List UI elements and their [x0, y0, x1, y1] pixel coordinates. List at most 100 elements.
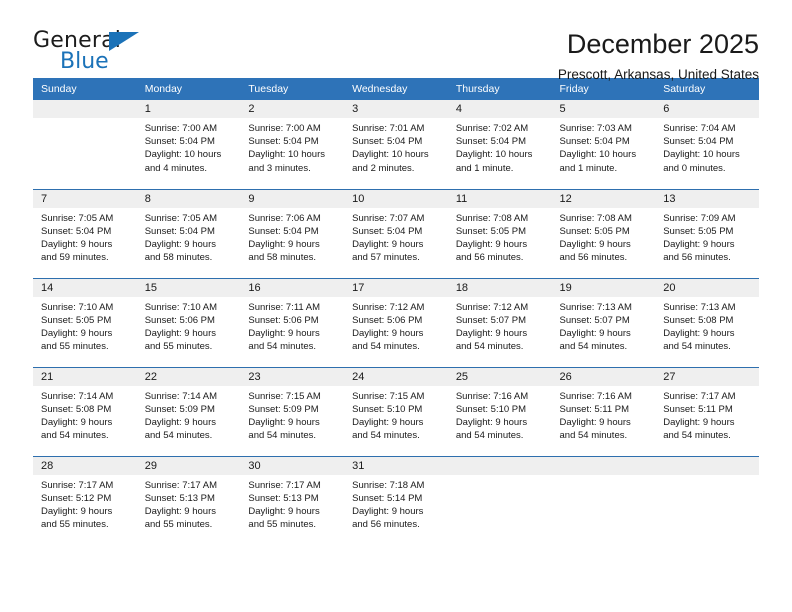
daylight-text: Daylight: 9 hours and 54 minutes. [455, 327, 528, 353]
sunset-text: Sunset: 5:04 PM [559, 136, 630, 148]
calendar-day-cell[interactable]: 17 Sunrise: 7:12 AM Sunset: 5:06 PM Dayligh… [344, 277, 448, 367]
calendar-week-row: 14 Sunrise: 7:10 AM Sunset: 5:05 PM Dayligh… [33, 277, 759, 367]
calendar-day-cell[interactable]: 15 Sunrise: 7:10 AM Sunset: 5:06 PM Dayligh… [136, 277, 241, 367]
sunset-text: Sunset: 5:04 PM [41, 225, 112, 237]
sunrise-text: Sunrise: 7:12 AM [455, 301, 529, 313]
calendar-day-cell[interactable]: 31 Sunrise: 7:18 AM Sunset: 5:14 PM Dayligh… [344, 455, 448, 545]
sunrise-text: Sunrise: 7:15 AM [248, 390, 321, 402]
day-details: Sunrise: 7:04 AM Sunset: 5:04 PM Daylight:… [655, 118, 759, 175]
daylight-text: Daylight: 9 hours and 57 minutes. [352, 238, 424, 264]
sunrise-text: Sunrise: 7:03 AM [559, 123, 632, 134]
day-number: 1 [136, 100, 241, 118]
triangle-flag-icon [109, 32, 139, 51]
day-number: 11 [447, 189, 552, 208]
calendar-day-cell[interactable]: 16 Sunrise: 7:11 AM Sunset: 5:06 PM Dayligh… [240, 277, 345, 367]
sunrise-text: Sunrise: 7:17 AM [41, 479, 114, 491]
calendar-day-cell[interactable]: 10 Sunrise: 7:07 AM Sunset: 5:04 PM Dayligh… [344, 188, 448, 278]
sunrise-text: Sunrise: 7:04 AM [663, 123, 736, 134]
sunset-text: Sunset: 5:07 PM [559, 314, 630, 326]
sunset-text: Sunset: 5:09 PM [248, 403, 319, 415]
daylight-text: Daylight: 9 hours and 56 minutes. [559, 238, 631, 264]
calendar-day-cell[interactable]: 13 Sunrise: 7:09 AM Sunset: 5:05 PM Dayligh… [655, 188, 759, 278]
calendar-day-cell[interactable]: 28 Sunrise: 7:17 AM Sunset: 5:12 PM Dayligh… [33, 455, 137, 545]
sunset-text: Sunset: 5:13 PM [248, 492, 319, 504]
day-details: Sunrise: 7:17 AM Sunset: 5:12 PM Daylight:… [33, 475, 137, 532]
sunrise-text: Sunrise: 7:10 AM [144, 301, 218, 313]
calendar-day-cell[interactable]: 11 Sunrise: 7:08 AM Sunset: 5:05 PM Dayligh… [447, 188, 552, 278]
day-number: 14 [33, 278, 137, 297]
sunrise-text: Sunrise: 7:09 AM [663, 212, 736, 224]
day-number: 10 [344, 189, 448, 208]
calendar-day-cell[interactable]: 20 Sunrise: 7:13 AM Sunset: 5:08 PM Dayligh… [655, 277, 759, 367]
daylight-text: Daylight: 9 hours and 59 minutes. [41, 238, 113, 264]
daylight-text: Daylight: 9 hours and 56 minutes. [352, 505, 424, 531]
daylight-text: Daylight: 10 hours and 1 minute. [455, 149, 533, 174]
sunset-text: Sunset: 5:06 PM [352, 314, 423, 326]
day-details: Sunrise: 7:12 AM Sunset: 5:07 PM Daylight:… [448, 297, 552, 354]
calendar-day-cell[interactable]: 21 Sunrise: 7:14 AM Sunset: 5:08 PM Dayligh… [33, 366, 137, 456]
calendar-day-cell[interactable]: 23 Sunrise: 7:15 AM Sunset: 5:09 PM Dayligh… [240, 366, 345, 456]
day-number: 24 [344, 367, 448, 386]
calendar-day-cell[interactable]: 1 Sunrise: 7:00 AM Sunset: 5:04 PM Daylight… [136, 100, 241, 189]
daylight-text: Daylight: 9 hours and 55 minutes. [144, 505, 216, 531]
sunrise-text: Sunrise: 7:14 AM [41, 390, 114, 402]
day-details: Sunrise: 7:00 AM Sunset: 5:04 PM Daylight:… [137, 118, 241, 175]
calendar-day-cell[interactable]: 24 Sunrise: 7:15 AM Sunset: 5:10 PM Dayligh… [344, 366, 448, 456]
calendar-day-cell[interactable]: 18 Sunrise: 7:12 AM Sunset: 5:07 PM Dayligh… [447, 277, 552, 367]
brand-logo[interactable]: General Blue [33, 28, 163, 76]
day-details: Sunrise: 7:10 AM Sunset: 5:06 PM Daylight:… [137, 297, 241, 354]
brand-name-blue: Blue [60, 49, 109, 74]
sunrise-text: Sunrise: 7:01 AM [352, 123, 425, 134]
day-details: Sunrise: 7:17 AM Sunset: 5:13 PM Daylight:… [137, 475, 241, 532]
calendar-day-cell[interactable]: 29 Sunrise: 7:17 AM Sunset: 5:13 PM Dayligh… [136, 455, 241, 545]
day-details: Sunrise: 7:02 AM Sunset: 5:04 PM Daylight:… [448, 118, 552, 175]
calendar-day-cell[interactable]: 25 Sunrise: 7:16 AM Sunset: 5:10 PM Dayligh… [447, 366, 552, 456]
day-details: Sunrise: 7:16 AM Sunset: 5:10 PM Daylight:… [448, 386, 552, 443]
day-details: Sunrise: 7:16 AM Sunset: 5:11 PM Daylight:… [552, 386, 656, 443]
calendar-empty-cell [551, 455, 656, 545]
daylight-text: Daylight: 9 hours and 54 minutes. [248, 416, 320, 442]
sunrise-text: Sunrise: 7:17 AM [663, 390, 736, 402]
daylight-text: Daylight: 9 hours and 55 minutes. [41, 327, 113, 353]
calendar-day-cell[interactable]: 8 Sunrise: 7:05 AM Sunset: 5:04 PM Daylight… [136, 188, 241, 278]
calendar-week-row: 7 Sunrise: 7:05 AM Sunset: 5:04 PM Daylight… [33, 188, 759, 278]
calendar-day-cell[interactable]: 19 Sunrise: 7:13 AM Sunset: 5:07 PM Dayligh… [551, 277, 656, 367]
sunrise-text: Sunrise: 7:16 AM [455, 390, 529, 402]
calendar-day-cell[interactable]: 22 Sunrise: 7:14 AM Sunset: 5:09 PM Dayligh… [136, 366, 241, 456]
sunset-text: Sunset: 5:04 PM [352, 136, 423, 148]
calendar-day-cell[interactable]: 12 Sunrise: 7:08 AM Sunset: 5:05 PM Dayligh… [551, 188, 656, 278]
day-number [551, 456, 656, 475]
sunrise-text: Sunrise: 7:02 AM [455, 123, 529, 134]
calendar-day-cell[interactable]: 30 Sunrise: 7:17 AM Sunset: 5:13 PM Dayligh… [240, 455, 345, 545]
day-number [33, 100, 137, 118]
daylight-text: Daylight: 9 hours and 58 minutes. [144, 238, 216, 264]
sunrise-text: Sunrise: 7:17 AM [248, 479, 321, 491]
calendar-day-cell[interactable]: 27 Sunrise: 7:17 AM Sunset: 5:11 PM Dayligh… [655, 366, 759, 456]
calendar-day-cell[interactable]: 7 Sunrise: 7:05 AM Sunset: 5:04 PM Daylight… [33, 188, 137, 278]
sunset-text: Sunset: 5:08 PM [663, 314, 734, 326]
page-title: December 2025 [566, 29, 759, 59]
title-block: December 2025 Prescott, Arkansas, United… [558, 28, 759, 85]
calendar-day-cell[interactable]: 26 Sunrise: 7:16 AM Sunset: 5:11 PM Dayligh… [551, 366, 656, 456]
daylight-text: Daylight: 10 hours and 1 minute. [559, 149, 637, 174]
day-details: Sunrise: 7:14 AM Sunset: 5:08 PM Daylight:… [33, 386, 137, 443]
calendar-day-cell[interactable]: 6 Sunrise: 7:04 AM Sunset: 5:04 PM Daylight… [655, 100, 759, 189]
calendar-day-cell[interactable]: 2 Sunrise: 7:00 AM Sunset: 5:04 PM Daylight… [240, 100, 345, 189]
calendar-day-cell[interactable]: 9 Sunrise: 7:06 AM Sunset: 5:04 PM Daylight… [240, 188, 345, 278]
sunrise-text: Sunrise: 7:17 AM [144, 479, 218, 491]
sunset-text: Sunset: 5:10 PM [352, 403, 423, 415]
day-details: Sunrise: 7:08 AM Sunset: 5:05 PM Daylight:… [552, 208, 656, 265]
calendar-day-cell[interactable]: 5 Sunrise: 7:03 AM Sunset: 5:04 PM Daylight… [551, 100, 656, 189]
calendar-day-cell[interactable]: 14 Sunrise: 7:10 AM Sunset: 5:05 PM Dayligh… [33, 277, 137, 367]
sunset-text: Sunset: 5:04 PM [663, 136, 734, 148]
day-number: 18 [447, 278, 552, 297]
day-details: Sunrise: 7:01 AM Sunset: 5:04 PM Daylight:… [344, 118, 448, 175]
calendar-day-cell[interactable]: 4 Sunrise: 7:02 AM Sunset: 5:04 PM Daylight… [447, 100, 552, 189]
calendar-week-row: 1 Sunrise: 7:00 AM Sunset: 5:04 PM Daylight… [33, 100, 759, 189]
sunset-text: Sunset: 5:05 PM [41, 314, 112, 326]
sunrise-text: Sunrise: 7:05 AM [41, 212, 114, 224]
weekday-header-sunday: Sunday [33, 78, 137, 100]
day-details: Sunrise: 7:18 AM Sunset: 5:14 PM Daylight:… [344, 475, 448, 532]
calendar-day-cell[interactable]: 3 Sunrise: 7:01 AM Sunset: 5:04 PM Daylight… [344, 100, 448, 189]
sunrise-text: Sunrise: 7:10 AM [41, 301, 114, 313]
